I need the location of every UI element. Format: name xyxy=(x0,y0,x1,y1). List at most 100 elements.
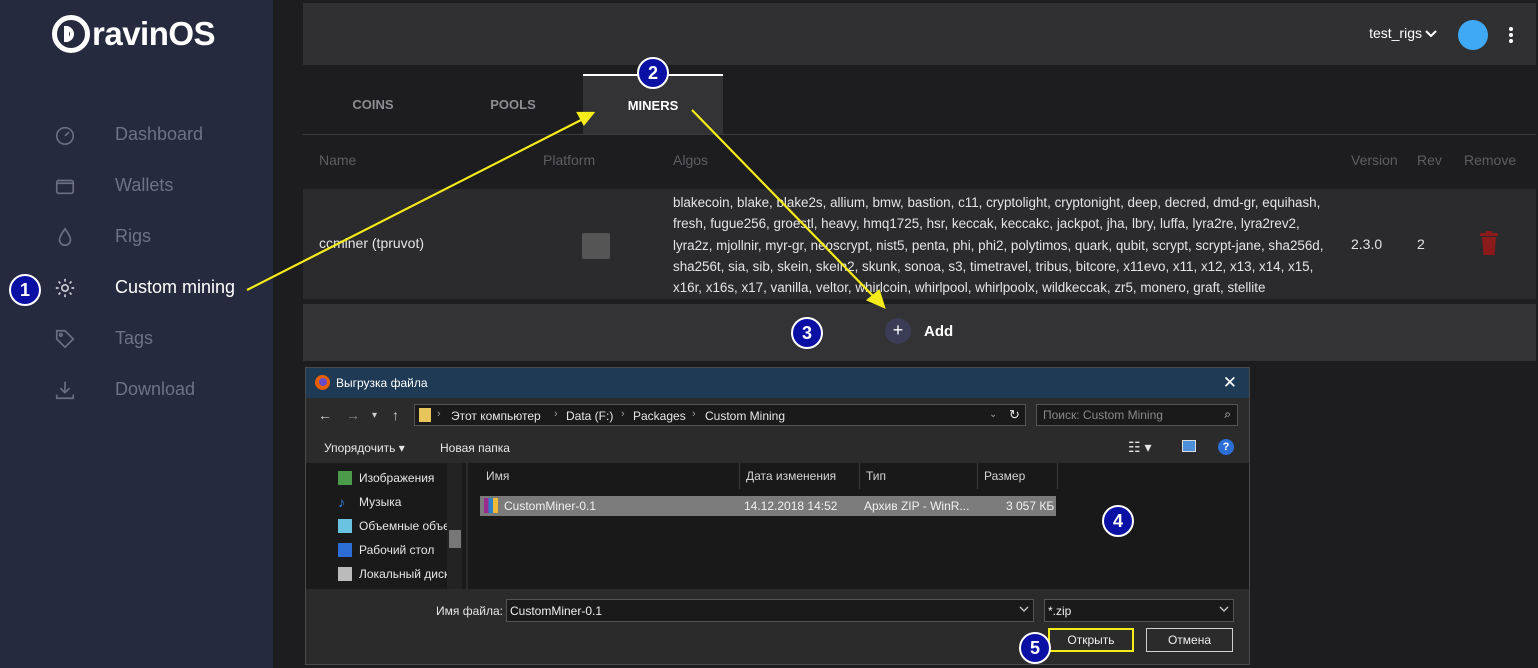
tree-scrollbar[interactable] xyxy=(447,463,462,589)
sidebar-item-dashboard[interactable]: Dashboard xyxy=(0,109,273,160)
tree-item-local-disk[interactable]: Локальный диск xyxy=(359,567,447,581)
cancel-button[interactable]: Отмена xyxy=(1146,628,1233,652)
column-header-rev: Rev xyxy=(1417,152,1442,168)
column-header-algos: Algos xyxy=(673,152,709,168)
sidebar-item-label: Download xyxy=(115,379,196,399)
column-header-name: Name xyxy=(319,152,357,168)
dialog-toolbar: Упорядочить ▾ Новая папка ☷ ▾ ? xyxy=(306,431,1249,463)
filename-label: Имя файла: xyxy=(436,604,503,618)
sidebar-item-label: Custom mining xyxy=(115,277,236,297)
open-button[interactable]: Открыть xyxy=(1048,628,1134,652)
sidebar-item-label: Rigs xyxy=(115,226,152,246)
chevron-down-icon[interactable]: ⌄ xyxy=(989,409,997,420)
organize-button[interactable]: Упорядочить ▾ xyxy=(324,441,405,455)
annotation-marker-1: 1 xyxy=(9,274,41,306)
plus-icon[interactable]: + xyxy=(885,318,911,344)
new-folder-button[interactable]: Новая папка xyxy=(440,441,510,455)
winrar-archive-icon xyxy=(484,498,498,513)
table-header: Name Platform Algos Version Rev Remove xyxy=(303,135,1536,185)
view-options-icon[interactable]: ☷ ▾ xyxy=(1128,439,1151,456)
sidebar: ravinOS Dashboard Wallets Rigs Custom mi… xyxy=(0,0,273,668)
add-button[interactable]: Add xyxy=(924,323,953,340)
breadcrumb-item[interactable]: Этот компьютер xyxy=(451,409,541,423)
breadcrumb-item[interactable]: Data (F:) xyxy=(566,409,613,423)
chevron-right-icon: › xyxy=(437,408,441,420)
sidebar-item-download[interactable]: Download xyxy=(0,364,273,415)
folder-icon xyxy=(419,408,431,422)
column-header-size[interactable]: Размер xyxy=(978,463,1058,489)
forward-arrow-icon[interactable]: → xyxy=(346,407,360,423)
avatar[interactable] xyxy=(1458,20,1488,50)
miner-rev: 2 xyxy=(1417,236,1425,252)
chevron-right-icon: › xyxy=(554,408,558,420)
more-vertical-icon[interactable] xyxy=(1509,26,1513,44)
sidebar-item-wallets[interactable]: Wallets xyxy=(0,160,273,211)
add-miner-bar[interactable]: + Add xyxy=(303,304,1536,361)
firefox-icon xyxy=(315,375,330,390)
sidebar-item-rigs[interactable]: Rigs xyxy=(0,211,273,262)
file-type: Архив ZIP - WinR... xyxy=(864,499,970,513)
column-header-file-name[interactable]: Имя xyxy=(480,463,740,489)
column-header-date[interactable]: Дата изменения xyxy=(740,463,860,489)
annotation-marker-4: 4 xyxy=(1102,505,1134,537)
local-disk-icon xyxy=(338,567,352,581)
3d-objects-icon xyxy=(338,519,352,533)
chevron-right-icon: › xyxy=(692,408,696,420)
chevron-down-icon[interactable] xyxy=(1219,604,1229,614)
annotation-marker-2: 2 xyxy=(637,57,669,89)
back-arrow-icon[interactable]: ← xyxy=(318,407,332,423)
filetype-select[interactable]: *.zip xyxy=(1044,599,1234,622)
tab-pools[interactable]: POOLS xyxy=(443,74,583,134)
preview-pane-icon[interactable] xyxy=(1182,440,1196,452)
tree-scrollbar-thumb[interactable] xyxy=(449,530,461,548)
recent-locations-chevron-icon[interactable]: ▾ xyxy=(372,410,377,421)
sidebar-item-label: Wallets xyxy=(115,175,174,195)
file-date: 14.12.2018 14:52 xyxy=(744,499,838,513)
nvidia-icon xyxy=(582,233,610,259)
column-header-remove: Remove xyxy=(1464,152,1517,168)
dialog-titlebar[interactable]: Выгрузка файла ✕ xyxy=(306,368,1249,398)
miner-name: ccminer (tpruvot) xyxy=(319,235,425,251)
pictures-folder-icon xyxy=(338,471,352,485)
up-arrow-icon[interactable]: ↑ xyxy=(392,407,399,423)
brand-name: ravinOS xyxy=(92,15,216,52)
file-name: CustomMiner-0.1 xyxy=(504,499,597,513)
sidebar-item-custom-mining[interactable]: Custom mining xyxy=(0,262,273,313)
music-icon: ♪ xyxy=(338,494,345,510)
ravinos-logo-mark-icon xyxy=(52,15,90,53)
breadcrumb-item[interactable]: Packages xyxy=(633,409,686,423)
ravinos-logo[interactable]: ravinOS xyxy=(52,12,216,56)
drop-icon xyxy=(58,227,72,246)
filename-input[interactable]: CustomMiner-0.1 xyxy=(506,599,1034,622)
download-icon xyxy=(55,381,75,400)
dialog-nav-row: ← → ▾ ↑ › Этот компьютер › Data (F:) › P… xyxy=(306,399,1249,431)
sidebar-item-tags[interactable]: Tags xyxy=(0,313,273,364)
close-icon[interactable]: ✕ xyxy=(1223,373,1237,393)
navigation-tree: Изображения ♪ Музыка Объемные объекты Ра… xyxy=(306,463,466,589)
tab-bar: COINS POOLS MINERS xyxy=(303,74,1536,135)
breadcrumb-item[interactable]: Custom Mining xyxy=(705,409,785,423)
search-input[interactable]: Поиск: Custom Mining ⌕ xyxy=(1036,404,1238,426)
refresh-icon[interactable]: ↻ xyxy=(1009,407,1020,423)
column-header-type[interactable]: Тип xyxy=(860,463,978,489)
help-icon[interactable]: ? xyxy=(1218,439,1234,455)
miner-algos: blakecoin, blake, blake2s, allium, bmw, … xyxy=(673,195,1324,296)
miner-version: 2.3.0 xyxy=(1351,236,1383,252)
search-icon: ⌕ xyxy=(1224,407,1231,421)
sidebar-item-label: Tags xyxy=(115,328,154,348)
address-bar[interactable]: › Этот компьютер › Data (F:) › Packages … xyxy=(414,404,1026,426)
chevron-down-icon[interactable] xyxy=(1019,604,1029,614)
tab-coins[interactable]: COINS xyxy=(303,74,443,134)
search-placeholder: Поиск: Custom Mining xyxy=(1043,408,1163,422)
speedometer-icon xyxy=(55,126,75,145)
tree-item-3d-objects[interactable]: Объемные объекты xyxy=(359,519,447,533)
chevron-down-icon[interactable] xyxy=(1424,27,1438,41)
rig-selector[interactable]: test_rigs xyxy=(1369,25,1422,41)
table-row[interactable]: ccminer (tpruvot) blakecoin, blake, blak… xyxy=(303,189,1536,299)
topbar: test_rigs xyxy=(303,3,1536,65)
trash-icon[interactable] xyxy=(1480,231,1498,255)
dialog-footer: Имя файла: CustomMiner-0.1 *.zip Открыть… xyxy=(306,589,1249,664)
wallet-icon xyxy=(55,179,75,195)
file-row[interactable]: CustomMiner-0.1 14.12.2018 14:52 Архив Z… xyxy=(480,496,1056,516)
column-header-version: Version xyxy=(1351,152,1398,168)
